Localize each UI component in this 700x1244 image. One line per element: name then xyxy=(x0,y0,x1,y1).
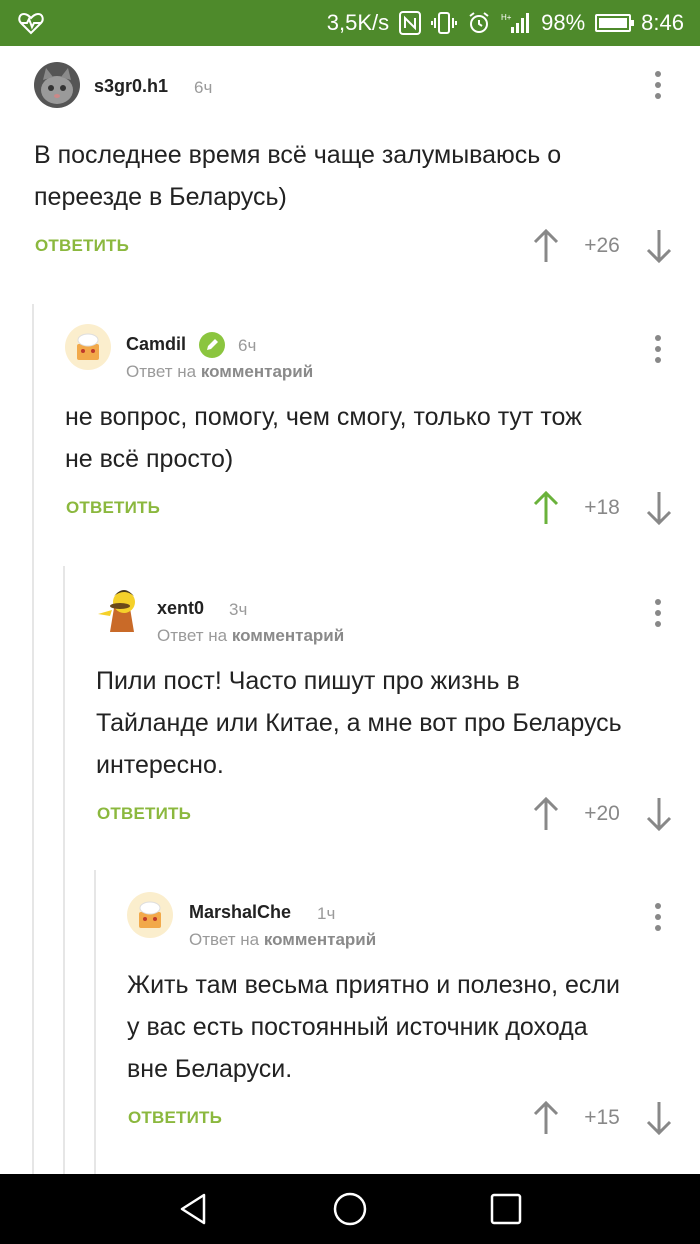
heart-pulse-icon xyxy=(18,12,44,35)
vibrate-icon xyxy=(431,12,458,34)
verified-badge-icon xyxy=(199,332,225,358)
upvote-arrow-icon[interactable] xyxy=(533,796,559,832)
username[interactable]: MarshalChe xyxy=(189,902,291,923)
vote-score: +15 xyxy=(584,1106,620,1129)
username[interactable]: xent0 xyxy=(157,598,204,619)
reply-button[interactable]: ОТВЕТИТЬ xyxy=(66,498,160,518)
battery-icon xyxy=(595,14,635,32)
home-circle-icon[interactable] xyxy=(332,1191,368,1227)
comment: MarshalChe 1ч Ответ на комментарий Жить … xyxy=(0,876,700,1174)
more-options-icon[interactable] xyxy=(648,900,668,934)
battery-percent: 98% xyxy=(541,10,586,35)
svg-text:H+: H+ xyxy=(501,13,512,22)
comment-time: 6ч xyxy=(238,336,257,355)
downvote-arrow-icon[interactable] xyxy=(646,1100,672,1136)
comment-text: Жить там весьма приятно и полезно, если … xyxy=(127,971,620,1083)
net-speed: 3,5K/s xyxy=(326,10,390,35)
downvote-arrow-icon[interactable] xyxy=(646,796,672,832)
signal-icon: H+ xyxy=(501,13,530,33)
reply-target-link[interactable]: комментарий xyxy=(232,626,344,645)
reply-button[interactable]: ОТВЕТИТЬ xyxy=(97,804,191,824)
comment-feed[interactable]: s3gr0.h1 6ч В последнее время всё чаще з… xyxy=(0,46,700,1174)
comment: Camdil 6ч Ответ на комментарий не вопрос… xyxy=(0,308,700,568)
system-nav-bar xyxy=(0,1174,700,1244)
downvote-arrow-icon[interactable] xyxy=(646,490,672,526)
comment-text: Пили пост! Часто пишут про жизнь в Тайла… xyxy=(96,667,622,779)
upvote-arrow-icon[interactable] xyxy=(533,490,559,526)
vote-score: +18 xyxy=(584,496,620,519)
comment-time: 6ч xyxy=(194,78,213,97)
more-options-icon[interactable] xyxy=(648,596,668,630)
reply-button[interactable]: ОТВЕТИТЬ xyxy=(35,236,129,256)
comment-time: 3ч xyxy=(229,600,248,619)
status-bar: 3,5K/s H+ 98% 8:46 xyxy=(0,0,700,46)
vote-score: +26 xyxy=(584,234,620,257)
reply-target-link[interactable]: комментарий xyxy=(201,362,313,381)
comment-text: В последнее время всё чаще залумываюсь о… xyxy=(34,141,562,211)
reply-context: Ответ на комментарий xyxy=(189,930,377,949)
downvote-arrow-icon[interactable] xyxy=(646,228,672,264)
comment: xent0 3ч Ответ на комментарий Пили пост!… xyxy=(0,572,700,872)
recents-square-icon[interactable] xyxy=(488,1191,524,1227)
reply-button[interactable]: ОТВЕТИТЬ xyxy=(128,1108,222,1128)
avatar[interactable] xyxy=(34,62,80,108)
avatar[interactable] xyxy=(65,324,111,370)
avatar[interactable] xyxy=(96,588,142,634)
nfc-icon xyxy=(399,11,422,35)
clock: 8:46 xyxy=(641,10,684,35)
reply-context: Ответ на комментарий xyxy=(126,362,314,381)
vote-score: +20 xyxy=(584,802,620,825)
upvote-arrow-icon[interactable] xyxy=(533,1100,559,1136)
avatar[interactable] xyxy=(127,892,173,938)
username[interactable]: Camdil xyxy=(126,334,186,355)
comment-text: не вопрос, помогу, чем смогу, только тут… xyxy=(65,403,582,473)
more-options-icon[interactable] xyxy=(648,68,668,102)
alarm-icon xyxy=(469,12,489,33)
comment: s3gr0.h1 6ч В последнее время всё чаще з… xyxy=(0,46,700,296)
reply-target-link[interactable]: комментарий xyxy=(264,930,376,949)
username[interactable]: s3gr0.h1 xyxy=(94,76,168,97)
upvote-arrow-icon[interactable] xyxy=(533,228,559,264)
more-options-icon[interactable] xyxy=(648,332,668,366)
back-triangle-icon[interactable] xyxy=(176,1191,212,1227)
comment-time: 1ч xyxy=(317,904,336,923)
reply-context: Ответ на комментарий xyxy=(157,626,345,645)
